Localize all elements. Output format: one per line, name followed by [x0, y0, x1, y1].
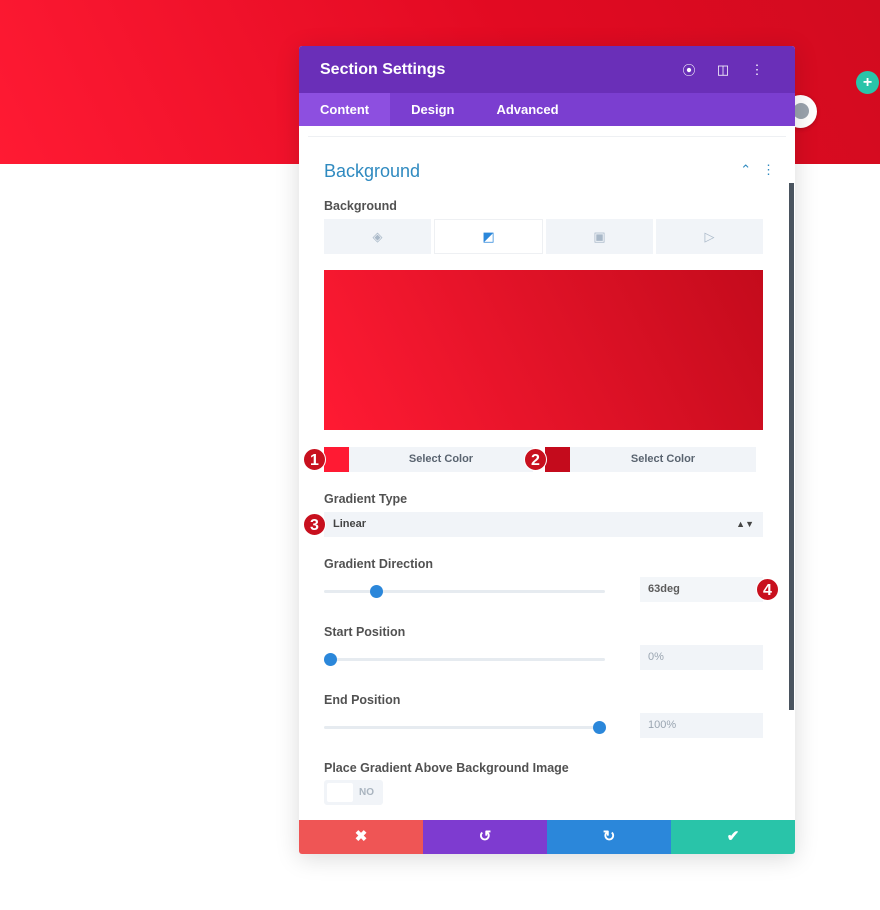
gradient-direction-slider[interactable] — [324, 585, 605, 598]
select-color-button[interactable]: Select Color — [570, 447, 756, 472]
step-badge: 1 — [303, 448, 326, 471]
undo-button[interactable]: ↺ — [423, 820, 547, 854]
globe-icon — [793, 103, 809, 119]
place-gradient-toggle[interactable]: NO — [324, 780, 383, 805]
image-icon: ▣ — [593, 228, 606, 244]
end-position-label: End Position — [324, 693, 401, 707]
start-position-slider[interactable] — [323, 653, 605, 666]
more-vertical-icon[interactable]: ⋮ — [762, 162, 775, 177]
tab-content[interactable]: Content — [299, 93, 391, 126]
color1-picker[interactable]: Select Color — [324, 447, 533, 472]
redo-button[interactable]: ↻ — [547, 820, 671, 854]
video-tab[interactable]: ▷ — [656, 219, 763, 254]
section-title[interactable]: Background — [324, 161, 420, 182]
select-arrows-icon: ▲▼ — [736, 519, 754, 529]
chevron-up-icon[interactable]: ⌃ — [740, 162, 751, 177]
add-row-button[interactable]: + — [856, 71, 879, 94]
selected-value: Linear — [333, 518, 367, 530]
video-icon: ▷ — [704, 228, 715, 244]
slider-thumb[interactable] — [323, 653, 337, 666]
color2-swatch[interactable] — [545, 447, 570, 472]
cancel-button[interactable]: ✖ — [299, 820, 423, 854]
color2-picker[interactable]: Select Color — [545, 447, 756, 472]
section-settings-panel: Section Settings ⦿ ◫ ⋮ Content Design Ad… — [299, 46, 795, 854]
gradient-type-label: Gradient Type — [324, 492, 408, 506]
color1-swatch[interactable] — [324, 447, 349, 472]
gradient-preview — [324, 270, 763, 430]
step-badge: 3 — [303, 513, 326, 536]
save-button[interactable]: ✔ — [671, 820, 795, 854]
toggle-knob — [327, 783, 353, 802]
end-position-input[interactable]: 100% — [640, 713, 763, 738]
gradient-type-select[interactable]: Linear ▲▼ — [324, 512, 763, 537]
panel-header: Section Settings ⦿ ◫ ⋮ — [299, 46, 795, 93]
scrollbar[interactable] — [789, 183, 794, 710]
step-badge: 4 — [756, 578, 779, 601]
gradient-tab[interactable]: ◩ — [434, 219, 543, 254]
select-color-button[interactable]: Select Color — [349, 447, 533, 472]
color-tab[interactable]: ◈ — [324, 219, 431, 254]
panel-tabs: Content Design Advanced — [299, 93, 795, 126]
gradient-direction-label: Gradient Direction — [324, 557, 434, 571]
step-badge: 2 — [524, 448, 547, 471]
panel-footer: ✖ ↺ ↻ ✔ — [299, 820, 795, 854]
gradient-icon: ◩ — [482, 228, 495, 244]
place-gradient-label: Place Gradient Above Background Image — [324, 761, 569, 775]
background-type-tabs: ◈ ◩ ▣ ▷ — [324, 219, 763, 254]
tab-design[interactable]: Design — [390, 93, 475, 126]
more-vertical-icon[interactable]: ⋮ — [740, 62, 774, 78]
slider-thumb[interactable] — [593, 721, 607, 734]
panel-title: Section Settings — [320, 60, 446, 78]
toggle-state: NO — [359, 787, 374, 798]
start-position-label: Start Position — [324, 625, 406, 639]
slider-thumb[interactable] — [369, 585, 383, 598]
tab-advanced[interactable]: Advanced — [475, 93, 579, 126]
paint-bucket-icon: ◈ — [372, 228, 383, 244]
focus-icon[interactable]: ⦿ — [672, 60, 706, 79]
start-position-input[interactable]: 0% — [640, 645, 763, 670]
image-tab[interactable]: ▣ — [546, 219, 653, 254]
end-position-slider[interactable] — [324, 721, 607, 734]
divider — [308, 136, 786, 137]
split-view-icon[interactable]: ◫ — [706, 62, 740, 78]
section-controls: ⌃ ⋮ — [740, 162, 775, 178]
gradient-direction-input[interactable]: 63deg — [640, 577, 763, 602]
background-label: Background — [324, 199, 397, 213]
